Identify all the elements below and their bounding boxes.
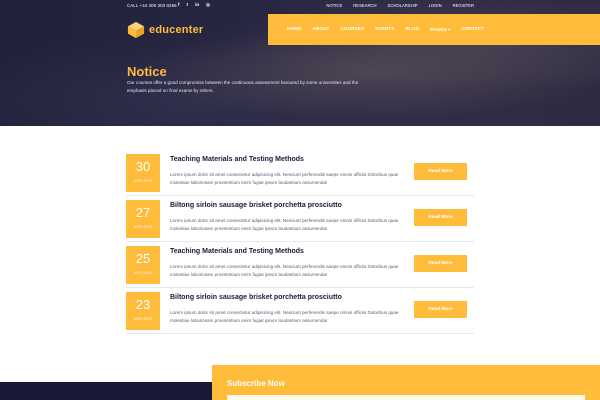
read-more-button[interactable]: Read More	[414, 255, 467, 272]
notice-title[interactable]: Biltong sirloin sausage brisket porchett…	[170, 294, 342, 301]
read-more-button[interactable]: Read More	[414, 163, 467, 180]
top-link-notice[interactable]: NOTICE	[326, 3, 342, 8]
date-day: 27	[135, 205, 151, 220]
page-intro: Our courses offer a good compromise betw…	[127, 80, 359, 93]
nav-item-blog[interactable]: BLOG	[405, 27, 419, 33]
nav-item-contact[interactable]: CONTACT	[461, 27, 484, 33]
nav-item-events[interactable]: EVENTS	[375, 27, 394, 33]
nav-item-courses[interactable]: COURSES	[340, 27, 364, 33]
top-link-research[interactable]: RESEARCH	[353, 3, 376, 8]
read-more-button[interactable]: Read More	[414, 209, 467, 226]
date-badge: 23 APR,2019	[126, 292, 160, 330]
chevron-down-icon: ▾	[448, 27, 451, 32]
date-month: APR,2019	[134, 179, 152, 183]
read-more-button[interactable]: Read More	[414, 301, 467, 318]
top-bar: CALL +44 300 303 0266 f t in ◎ NOTICE RE…	[0, 0, 600, 14]
twitter-icon[interactable]: t	[187, 2, 189, 8]
logo-cube-icon	[127, 21, 145, 39]
notice-description: Lorem ipsum dolor sit amet consectetur a…	[170, 264, 399, 277]
subscribe-panel: Subscribe Now	[212, 365, 600, 400]
date-day: 23	[135, 297, 151, 312]
linkedin-icon[interactable]: in	[195, 2, 199, 8]
notice-list: 30 APR,2019 Teaching Materials and Testi…	[126, 150, 474, 334]
date-month: APR,2019	[134, 225, 152, 229]
notice-item: 27 APR,2019 Biltong sirloin sausage bris…	[126, 196, 474, 242]
nav-item-pages[interactable]: PAGES ▾	[430, 27, 450, 33]
date-badge: 25 APR,2019	[126, 246, 160, 284]
top-link-login[interactable]: LOGIN	[429, 3, 442, 8]
notice-title[interactable]: Teaching Materials and Testing Methods	[170, 248, 304, 255]
subscribe-heading: Subscribe Now	[227, 379, 285, 388]
date-month: APR,2019	[134, 271, 152, 275]
nav-item-pages-label: PAGES	[430, 28, 447, 33]
notice-description: Lorem ipsum dolor sit amet consectetur a…	[170, 310, 399, 323]
contact-phone[interactable]: CALL +44 300 303 0266	[127, 3, 177, 8]
facebook-icon[interactable]: f	[178, 2, 180, 8]
social-links: f t in ◎	[178, 2, 210, 8]
top-link-scholarship[interactable]: SCHOLARSHIP	[388, 3, 418, 8]
notice-title[interactable]: Teaching Materials and Testing Methods	[170, 156, 304, 163]
top-links: NOTICE RESEARCH SCHOLARSHIP LOGIN REGIST…	[326, 3, 474, 8]
site-logo[interactable]: educenter	[127, 21, 203, 39]
notice-item: 23 APR,2019 Biltong sirloin sausage bris…	[126, 288, 474, 334]
instagram-icon[interactable]: ◎	[206, 2, 210, 8]
notice-item: 25 APR,2019 Teaching Materials and Testi…	[126, 242, 474, 288]
subscribe-email-input[interactable]	[227, 395, 585, 400]
date-day: 30	[135, 159, 151, 174]
date-month: APR,2019	[134, 317, 152, 321]
page-title: Notice	[127, 64, 167, 79]
nav-item-home[interactable]: HOME	[287, 27, 301, 33]
logo-text: educenter	[149, 24, 204, 36]
date-badge: 27 APR,2019	[126, 200, 160, 238]
nav-item-about[interactable]: ABOUT	[312, 27, 329, 33]
notice-description: Lorem ipsum dolor sit amet consectetur a…	[170, 172, 399, 185]
main-nav: HOME ABOUT COURSES EVENTS BLOG PAGES ▾ C…	[268, 14, 600, 45]
date-day: 25	[135, 251, 151, 266]
notice-item: 30 APR,2019 Teaching Materials and Testi…	[126, 150, 474, 196]
date-badge: 30 APR,2019	[126, 154, 160, 192]
notice-description: Lorem ipsum dolor sit amet consectetur a…	[170, 218, 399, 231]
notice-title[interactable]: Biltong sirloin sausage brisket porchett…	[170, 202, 342, 209]
top-link-register[interactable]: REGISTER	[453, 3, 474, 8]
